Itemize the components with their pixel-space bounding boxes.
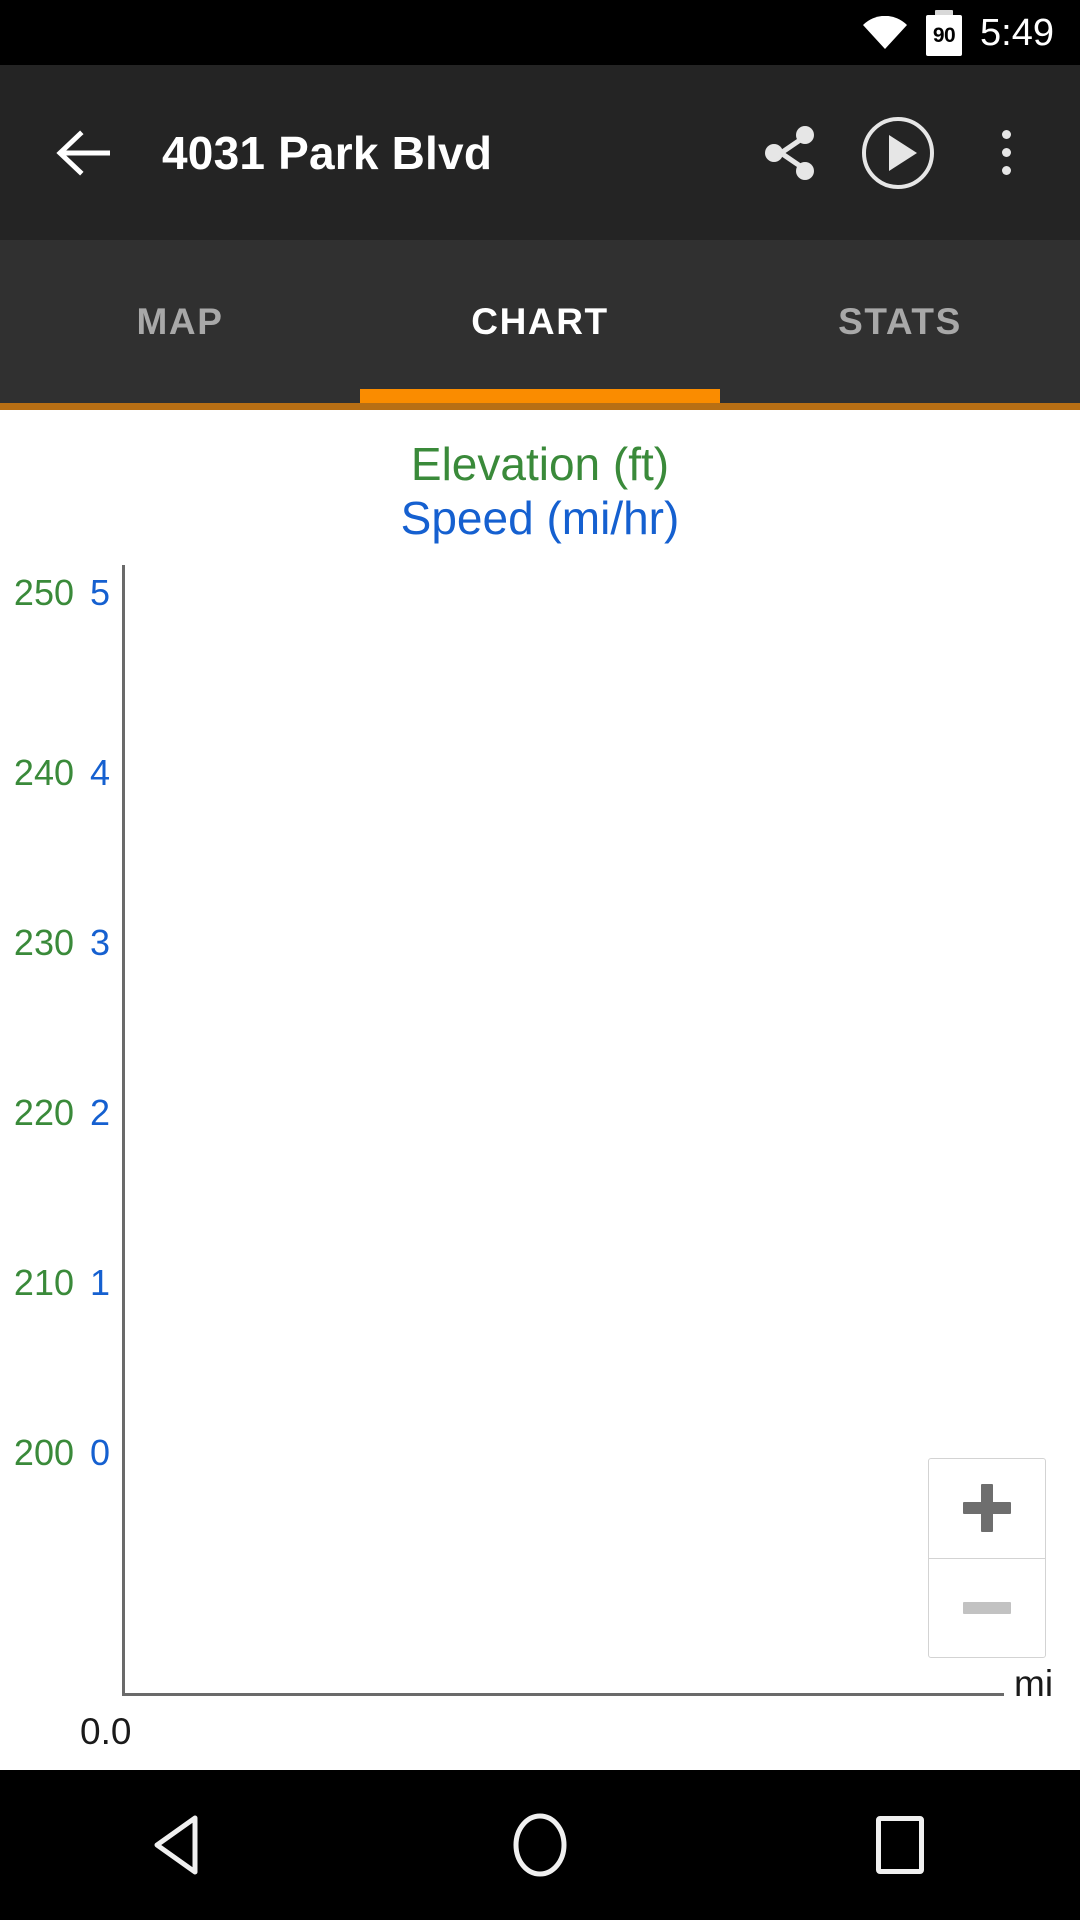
y-axis-tick-row: 230 3	[0, 923, 112, 963]
y-axis-tick-row: 200 0	[0, 1433, 112, 1473]
back-button[interactable]	[36, 105, 132, 201]
chart-title-speed: Speed (mi/hr)	[400, 492, 680, 545]
y-tick-elevation: 250	[13, 572, 74, 613]
nav-recents-square-icon	[876, 1816, 924, 1874]
chart-title: Elevation (ft) Speed (mi/hr)	[0, 437, 1080, 546]
tab-stats[interactable]: STATS	[720, 240, 1080, 403]
y-tick-speed: 3	[90, 922, 111, 963]
chart-title-elevation: Elevation (ft)	[410, 438, 670, 490]
tab-bar: MAP CHART STATS	[0, 240, 1080, 410]
x-axis-line	[122, 1693, 1004, 1696]
x-tick-label: 0.0	[80, 1711, 132, 1752]
chart-plot-area[interactable]	[125, 565, 1004, 1693]
x-axis-unit-label: mi	[1014, 1663, 1054, 1704]
y-tick-speed: 1	[90, 1262, 111, 1303]
play-circle-icon	[862, 116, 934, 189]
chart-panel[interactable]: Elevation (ft) Speed (mi/hr) 250 5 240 4…	[0, 417, 1080, 1770]
nav-home-button[interactable]	[360, 1812, 720, 1878]
y-tick-elevation: 200	[13, 1432, 74, 1473]
y-axis-line	[122, 565, 125, 1695]
tab-chart[interactable]: CHART	[360, 240, 720, 403]
y-tick-elevation: 230	[13, 922, 74, 963]
y-tick-elevation: 220	[13, 1092, 74, 1133]
minus-icon	[963, 1601, 1011, 1614]
overflow-menu-button[interactable]	[958, 105, 1054, 201]
status-bar: 90 5:49	[0, 0, 1080, 65]
android-nav-bar	[0, 1770, 1080, 1920]
nav-back-triangle-icon	[154, 1815, 198, 1875]
app-bar: 4031 Park Blvd	[0, 65, 1080, 240]
play-button[interactable]	[850, 105, 946, 201]
nav-recents-button[interactable]	[720, 1816, 1080, 1874]
plus-icon-vertical	[981, 1484, 993, 1533]
y-axis-tick-row: 250 5	[0, 573, 112, 613]
zoom-out-button[interactable]	[929, 1559, 1045, 1658]
y-axis-tick-row: 220 2	[0, 1093, 112, 1133]
y-axis-tick-row: 240 4	[0, 753, 112, 793]
y-tick-speed: 0	[90, 1432, 111, 1473]
nav-back-button[interactable]	[0, 1814, 360, 1876]
tab-map[interactable]: MAP	[0, 240, 360, 403]
wifi-icon	[862, 15, 908, 50]
y-axis-tick-row: 210 1	[0, 1263, 112, 1303]
battery-icon: 90	[926, 9, 963, 56]
y-tick-speed: 5	[90, 572, 111, 613]
y-tick-elevation: 240	[13, 752, 74, 793]
zoom-controls	[928, 1458, 1046, 1658]
app-screen: 90 5:49 4031 Park Blvd MAP CHART STATS E…	[0, 0, 1080, 1920]
share-icon	[765, 125, 814, 180]
zoom-in-button[interactable]	[929, 1459, 1045, 1559]
y-tick-elevation: 210	[13, 1262, 74, 1303]
battery-level-text: 90	[932, 23, 956, 47]
tab-map-label: MAP	[136, 300, 224, 342]
tab-stats-label: STATS	[838, 300, 962, 342]
battery-body: 90	[926, 14, 963, 56]
status-time: 5:49	[980, 11, 1054, 54]
more-vertical-icon	[1001, 130, 1011, 175]
back-arrow-icon	[56, 129, 110, 176]
nav-home-circle-icon	[513, 1813, 567, 1877]
y-tick-speed: 2	[90, 1092, 111, 1133]
page-title: 4031 Park Blvd	[162, 126, 493, 179]
share-button[interactable]	[742, 105, 838, 201]
tab-chart-label: CHART	[471, 300, 609, 342]
y-tick-speed: 4	[90, 752, 111, 793]
